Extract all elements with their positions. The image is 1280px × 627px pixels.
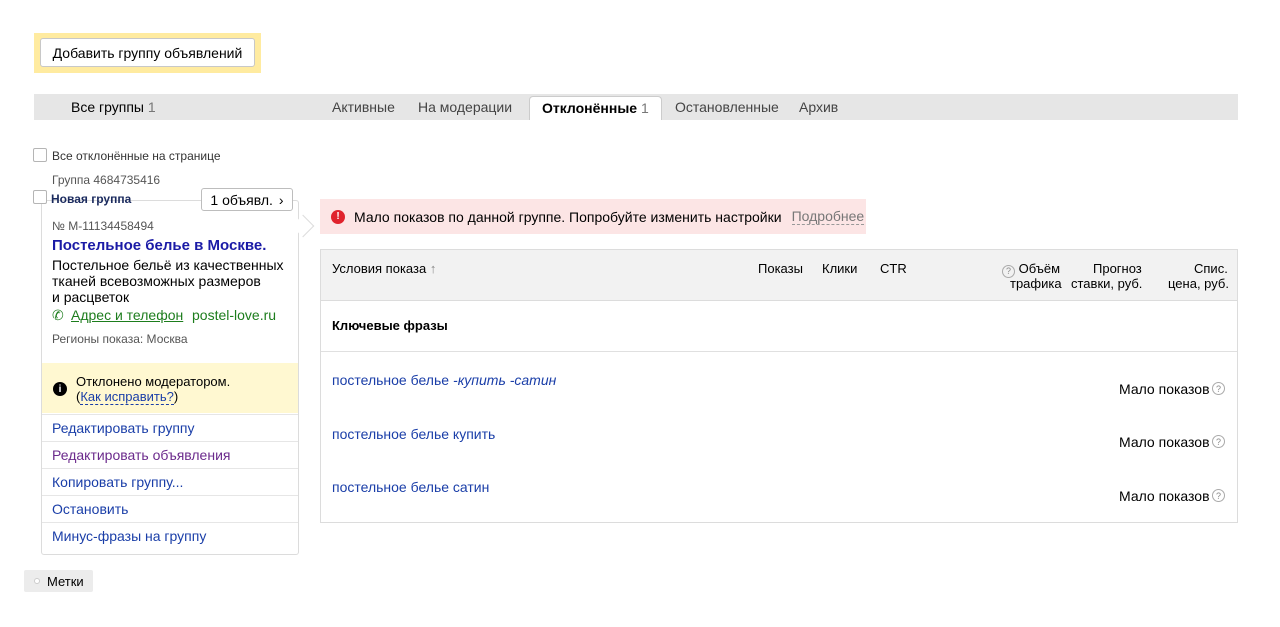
col-traffic-label-2: трафика: [1010, 276, 1062, 291]
tab-archive[interactable]: Архив: [799, 94, 838, 120]
edit-ads-link[interactable]: Редактировать объявления: [42, 441, 298, 468]
col-clicks-header[interactable]: Клики: [822, 261, 857, 276]
alert-more-link[interactable]: Подробнее: [791, 208, 865, 225]
col-forecast-label-2: ставки, руб.: [1071, 276, 1143, 291]
col-conditions-header[interactable]: Условия показа ↑: [332, 261, 436, 276]
ad-text-line-1: Постельное бельё из качественных: [52, 257, 284, 273]
keyword-status: Мало показов: [1119, 434, 1210, 450]
fix-close-paren: ): [173, 389, 179, 404]
keyword-status: Мало показов: [1119, 381, 1210, 397]
edit-group-link[interactable]: Редактировать группу: [42, 414, 298, 441]
col-ctr-header[interactable]: CTR: [880, 261, 907, 276]
copy-group-link[interactable]: Копировать группу...: [42, 468, 298, 495]
ads-count-label: 1 объявл.: [210, 191, 273, 208]
col-impressions-header[interactable]: Показы: [758, 261, 803, 276]
tab-all-groups[interactable]: Все группы 1: [71, 94, 156, 120]
keyword-status: Мало показов: [1119, 488, 1210, 504]
keywords-section-title: Ключевые фразы: [332, 318, 448, 333]
ad-text-line-3: и расцветок: [52, 289, 130, 305]
address-phone-link[interactable]: Адрес и телефон: [71, 307, 183, 323]
ads-count-button[interactable]: 1 объявл. ›: [201, 188, 293, 211]
low-impressions-alert: ! Мало показов по данной группе. Попробу…: [320, 199, 866, 234]
select-all-checkbox[interactable]: [33, 148, 47, 162]
keyword-phrase[interactable]: постельное белье сатин: [332, 479, 489, 495]
group-name[interactable]: Новая группа: [51, 192, 131, 206]
tab-rejected-label: Отклонённые: [542, 100, 638, 116]
stop-group-link[interactable]: Остановить: [42, 495, 298, 522]
phone-icon: ✆: [52, 307, 64, 323]
ad-regions: Регионы показа: Москва: [52, 332, 188, 346]
ad-domain: postel-love.ru: [192, 307, 277, 323]
tab-rejected[interactable]: Отклонённые 1: [529, 96, 662, 120]
info-icon: i: [53, 382, 67, 396]
tag-icon: [34, 578, 40, 584]
select-all-label: Все отклонённые на странице: [52, 149, 221, 163]
tab-moderation[interactable]: На модерации: [418, 94, 512, 120]
tab-stopped[interactable]: Остановленные: [675, 94, 779, 120]
alert-message: Мало показов по данной группе. Попробуйт…: [354, 208, 782, 225]
add-group-button[interactable]: Добавить группу объявлений: [40, 38, 255, 67]
col-conditions-label: Условия показа: [332, 261, 427, 276]
col-forecast-label-1: Прогноз: [1093, 261, 1142, 276]
tab-rejected-count: 1: [640, 100, 649, 116]
ad-text-line-2: тканей всевозможных размеров: [52, 273, 261, 289]
keyword-text: постельное белье: [332, 372, 450, 388]
help-icon[interactable]: ?: [1212, 435, 1225, 448]
col-traffic-label-1: Объём: [1018, 261, 1061, 276]
col-price-label-2: цена, руб.: [1168, 276, 1229, 291]
chevron-right-icon: ›: [278, 191, 284, 208]
negative-phrases-link[interactable]: Минус-фразы на группу: [42, 522, 298, 549]
keyword-text: постельное белье купить: [332, 426, 496, 442]
help-icon[interactable]: ?: [1212, 489, 1225, 502]
section-divider: [321, 351, 1237, 352]
group-id-label: Группа 4684735416: [52, 173, 161, 187]
ad-title[interactable]: Постельное белье в Москве.: [52, 237, 266, 254]
rejection-message: Отклонено модератором.: [76, 374, 231, 389]
tab-all-label: Все группы: [71, 99, 144, 115]
keyword-phrase[interactable]: постельное белье купить: [332, 426, 495, 442]
keyword-text: постельное белье сатин: [332, 479, 490, 495]
ad-number: № M-11134458494: [52, 219, 154, 233]
groups-tab-bar: Все группы 1 Активные На модерации Откло…: [34, 94, 1238, 120]
fix-line: (Как исправить?): [76, 389, 179, 405]
tab-active[interactable]: Активные: [332, 94, 395, 120]
group-checkbox[interactable]: [33, 190, 47, 204]
tab-all-count: 1: [147, 99, 156, 115]
help-icon[interactable]: ?: [1212, 382, 1225, 395]
keyword-phrase[interactable]: постельное белье -купить -сатин: [332, 372, 556, 388]
error-icon: !: [331, 209, 345, 224]
keyword-negatives: -купить -сатин: [453, 372, 557, 388]
how-to-fix-link[interactable]: Как исправить?: [80, 389, 174, 405]
col-price-label-1: Спис.: [1194, 261, 1228, 276]
sort-arrow-icon: ↑: [429, 261, 437, 276]
